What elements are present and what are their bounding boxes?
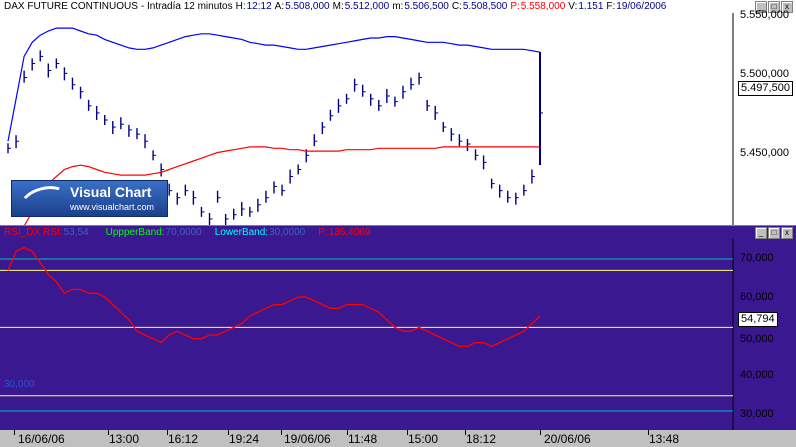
rsi-axis-label: 30,000 (740, 408, 774, 420)
rsi-axis-label: 50,000 (740, 333, 774, 345)
rsi-line (7, 246, 541, 348)
time-axis-label: 13:00 (109, 432, 140, 446)
time-axis-label: 19:24 (229, 432, 260, 446)
rsi-axis-label: 60,000 (740, 291, 774, 303)
price-chart-panel: DAX FUTURE CONTINUOUS - Intradía 12 minut… (0, 0, 796, 226)
current-rsi-box: 54,794 (738, 312, 778, 327)
time-axis-label: 16/06/06 (18, 432, 65, 446)
price-axis-label: 5.550,000 (740, 9, 789, 21)
band-line (7, 27, 541, 142)
price-axis-label: 5.500,000 (740, 68, 789, 80)
visual-chart-logo: Visual Chart www.visualchart.com (11, 180, 168, 221)
time-axis-label: 15:00 (408, 432, 439, 446)
rsi-axis-label: 40,000 (740, 369, 774, 381)
time-axis-label: 13:48 (649, 432, 680, 446)
time-axis-label: 16:12 (168, 432, 199, 446)
logo-title: Visual Chart (70, 184, 152, 200)
current-price-box: 5.497,500 (738, 81, 793, 96)
time-axis-label: 11:48 (348, 432, 378, 446)
rsi-axis-label: 70,000 (740, 252, 774, 264)
time-axis-label: 19/06/06 (284, 432, 331, 446)
rsi-chart-svg (0, 239, 734, 430)
time-axis-label: 18:12 (466, 432, 497, 446)
rsi-panel: RSI_DX RSI:53,54 UppperBand:70,0000 LowerBa… (0, 226, 796, 430)
price-axis-label: 5.450,000 (740, 147, 789, 159)
logo-url: www.visualchart.com (70, 202, 155, 212)
time-axis-label: 20/06/06 (544, 432, 591, 446)
rsi-left-label: 30,000 (4, 379, 35, 390)
time-axis: 16/06/06 13:00 16:12 19:24 19/06/06 11:4… (0, 430, 796, 447)
swoosh-icon (17, 181, 71, 221)
